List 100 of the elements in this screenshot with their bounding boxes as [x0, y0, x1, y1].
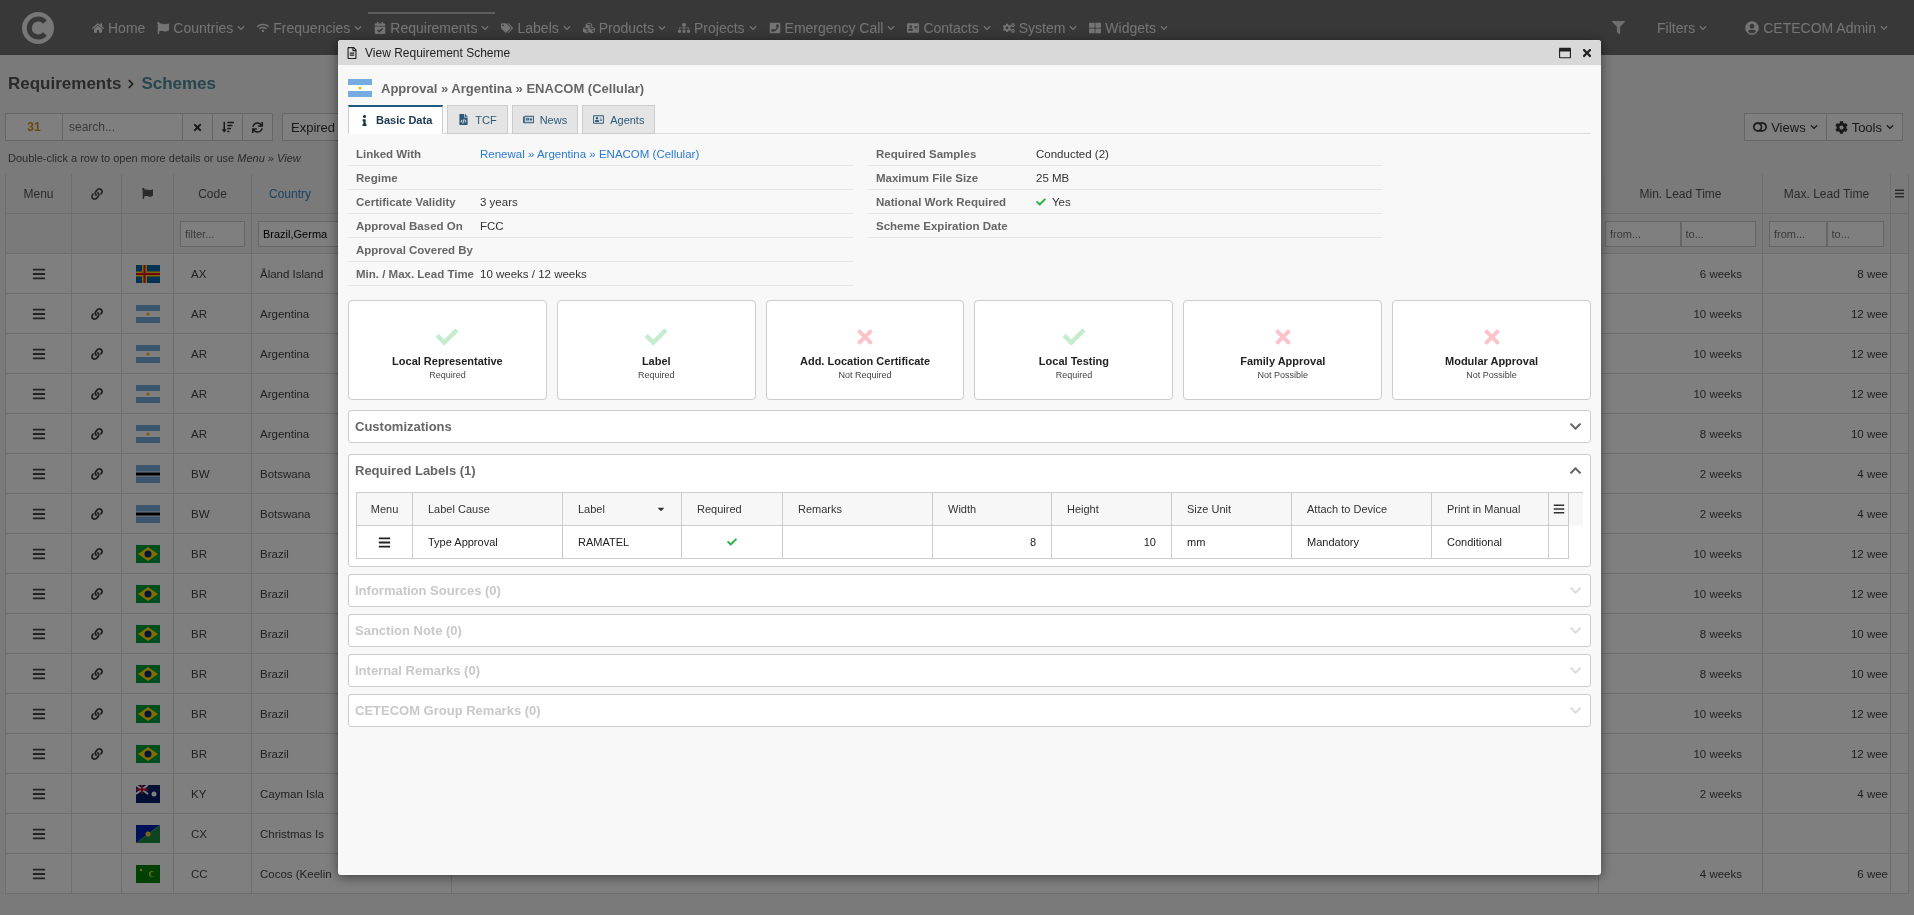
table-cell: AR — [191, 387, 207, 400]
table-cell: 2 weeks — [1699, 507, 1742, 520]
table-cell: 6 weeks — [1699, 267, 1742, 280]
table-cell: 10 weeks — [1693, 707, 1742, 720]
table-cell: 2 weeks — [1699, 467, 1742, 480]
table-cell: 10 weeks — [1693, 747, 1742, 760]
table-cell: Argentina — [260, 427, 310, 440]
card-subtitle: Not Possible — [1257, 370, 1308, 380]
table-cell: BR — [191, 547, 207, 560]
scheme-heading: Approval » Argentina » ENACOM (Cellular) — [381, 80, 645, 96]
table-cell: 8 weeks — [1699, 627, 1742, 640]
table-cell: Brazil — [260, 747, 289, 760]
table-cell: BW — [191, 467, 210, 480]
table-cell: 12 wee — [1850, 547, 1888, 560]
field-label: Approval Based On — [356, 219, 464, 232]
table-cell: 12 wee — [1850, 387, 1888, 400]
table-cell: 12 wee — [1850, 307, 1888, 320]
hint-text: Double-click a row to open more details or use Menu » View — [8, 151, 301, 164]
table-cell: BR — [191, 667, 207, 680]
card-subtitle: Not Possible — [1466, 370, 1517, 380]
field-value: 3 years — [480, 195, 518, 208]
table-cell: 12 wee — [1850, 747, 1888, 760]
table-cell: BR — [191, 707, 207, 720]
table-cell: Cocos (Keelin — [260, 867, 332, 880]
card-title: Label — [641, 355, 671, 367]
card-title: Add. Location Certificate — [799, 355, 931, 367]
table-cell: 12 wee — [1850, 707, 1888, 720]
table-cell: AR — [191, 307, 207, 320]
card-title: Local Representative — [392, 355, 503, 367]
table-cell: CC — [191, 867, 208, 880]
table-cell: AR — [191, 347, 207, 360]
table-cell: 4 wee — [1857, 507, 1888, 520]
table-cell: Brazil — [260, 667, 289, 680]
table-cell: BW — [191, 507, 210, 520]
field-label: Approval Covered By — [356, 243, 474, 256]
table-cell: 10 weeks — [1693, 387, 1742, 400]
table-cell: Argentina — [260, 387, 310, 400]
field-label: Regime — [356, 171, 399, 184]
table-cell: 10 wee — [1850, 667, 1888, 680]
card-title: Modular Approval — [1445, 355, 1539, 367]
table-cell: Argentina — [260, 347, 310, 360]
field-label: Linked With — [356, 147, 423, 160]
table-cell: Argentina — [260, 307, 310, 320]
table-cell: BR — [191, 627, 207, 640]
table-cell: 8 weeks — [1699, 667, 1742, 680]
field-value: Conducted (2) — [1036, 147, 1109, 160]
table-cell: Christmas Is — [260, 827, 324, 840]
field-value: 25 MB — [1036, 171, 1070, 184]
field-label: Scheme Expiration Date — [876, 219, 1009, 232]
field-label: Maximum File Size — [876, 171, 980, 184]
table-cell: CX — [191, 827, 207, 840]
table-cell: Brazil — [260, 587, 289, 600]
card-title: Local Testing — [1038, 355, 1109, 367]
table-cell: BR — [191, 747, 207, 760]
table-cell: Type Approval — [413, 526, 563, 559]
table-cell: 12 wee — [1850, 347, 1888, 360]
table-cell: 8 wee — [1857, 267, 1888, 280]
record-count: 31 — [5, 113, 63, 141]
table-cell: 10 wee — [1850, 627, 1888, 640]
card-title: Family Approval — [1240, 355, 1326, 367]
table-cell: 4 weeks — [1699, 867, 1742, 880]
table-cell: 10 weeks — [1693, 547, 1742, 560]
table-cell: Mandatory — [1292, 526, 1432, 559]
field-value: FCC — [480, 219, 504, 232]
table-cell: Conditional — [1432, 526, 1549, 559]
table-cell: 6 wee — [1857, 867, 1888, 880]
field-label: Min. / Max. Lead Time — [356, 267, 475, 280]
card-subtitle: Required — [1055, 370, 1093, 380]
table-cell: RAMATEL — [563, 526, 682, 559]
field-value: 10 weeks / 12 weeks — [480, 267, 587, 280]
table-cell: 10 weeks — [1693, 587, 1742, 600]
card-subtitle: Not Required — [838, 370, 892, 380]
table-cell: 4 wee — [1857, 467, 1888, 480]
table-cell: 12 wee — [1850, 587, 1888, 600]
table-cell: BR — [191, 587, 207, 600]
table-cell: Botswana — [260, 507, 311, 520]
table-cell: 10 weeks — [1693, 347, 1742, 360]
table-cell: Cayman Isla — [260, 787, 324, 800]
field-label: Required Samples — [876, 147, 978, 160]
table-cell: 8 — [933, 526, 1052, 559]
dialog-title: View Requirement Scheme — [365, 45, 511, 60]
table-cell: Brazil — [260, 707, 289, 720]
table-cell: 10 wee — [1850, 427, 1888, 440]
table-cell: Åland Island — [260, 267, 324, 280]
table-cell: 10 weeks — [1693, 307, 1742, 320]
table-cell: mm — [1172, 526, 1292, 559]
field-label: Certificate Validity — [356, 195, 457, 208]
table-cell: 8 weeks — [1699, 427, 1742, 440]
table-cell: KY — [191, 787, 207, 800]
table-cell: Brazil — [260, 547, 289, 560]
field-value: Yes — [1052, 195, 1071, 208]
table-cell: AX — [191, 267, 207, 280]
table-cell: Botswana — [260, 467, 311, 480]
breadcrumb-item: Schemes — [141, 74, 217, 94]
card-subtitle: Required — [637, 370, 675, 380]
table-cell: Brazil — [260, 627, 289, 640]
card-subtitle: Required — [429, 370, 466, 380]
table-cell: AR — [191, 427, 207, 440]
table-cell: 4 wee — [1857, 787, 1888, 800]
field-label: National Work Required — [876, 195, 1008, 208]
